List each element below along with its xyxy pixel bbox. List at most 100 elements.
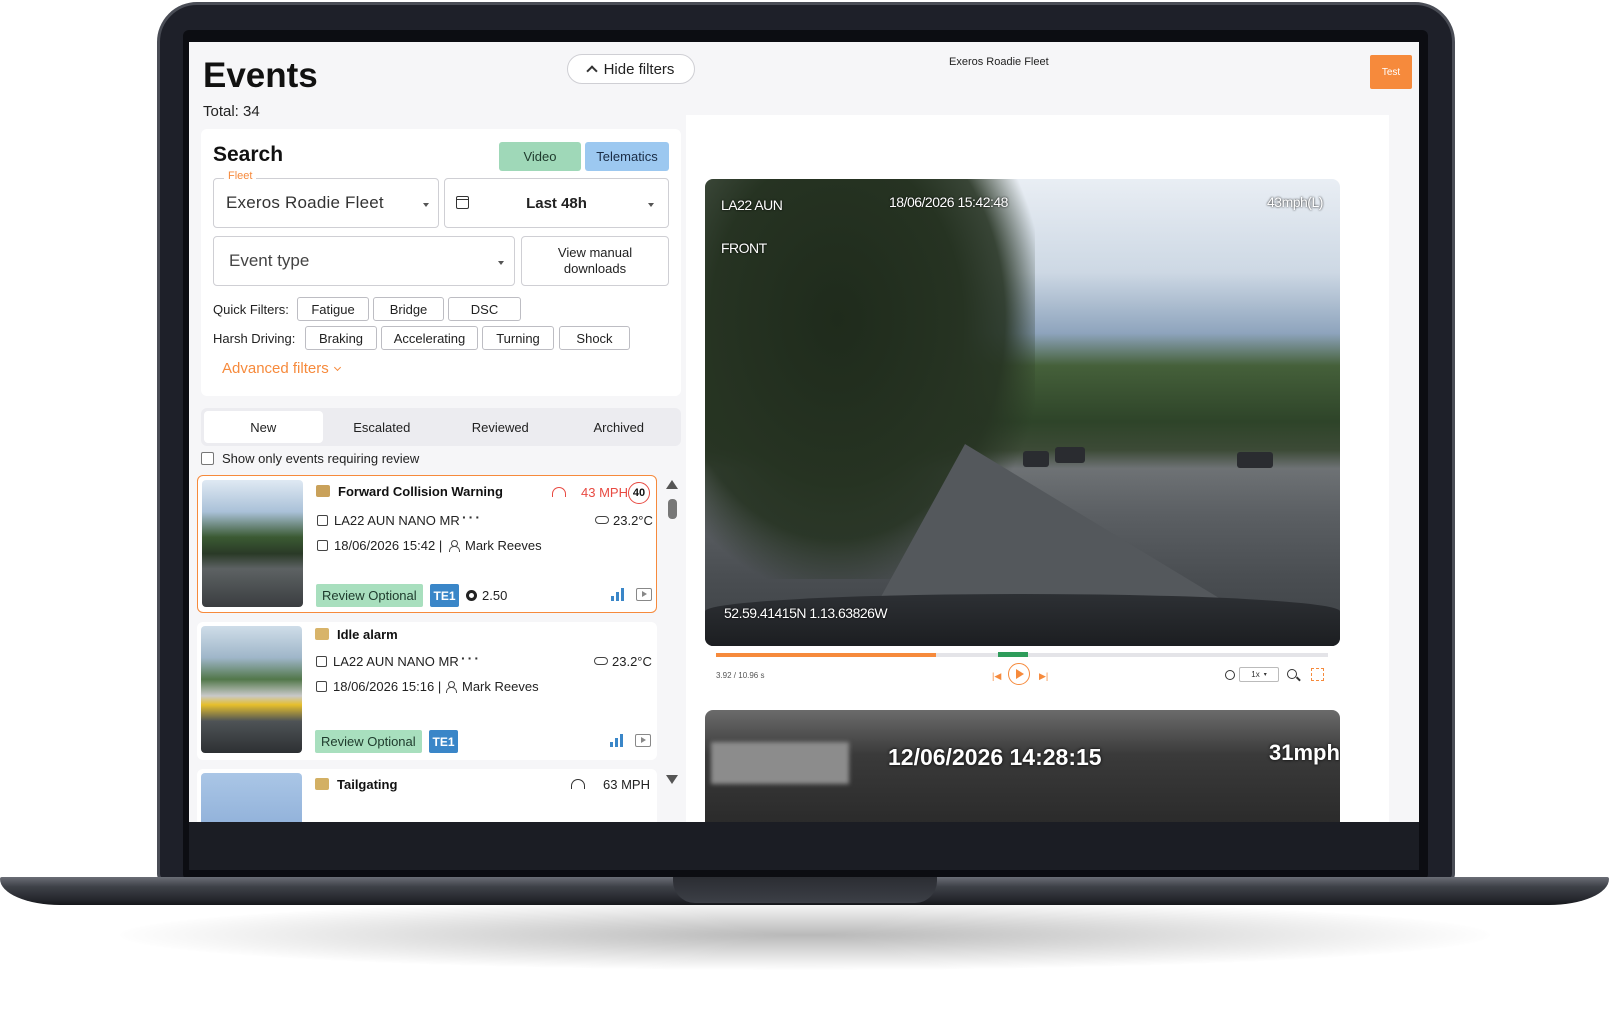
driver-name: Mark Reeves: [465, 538, 542, 553]
play-video-icon[interactable]: [635, 734, 651, 747]
blurred-region: [711, 742, 849, 784]
app-screen: Events Total: 34 Hide filters Exeros Roa…: [189, 42, 1419, 822]
review-only-checkbox[interactable]: [201, 452, 214, 465]
scroll-down-arrow[interactable]: [666, 775, 678, 784]
driver-name: Mark Reeves: [462, 679, 539, 694]
event-speed: 63 MPH: [603, 777, 650, 792]
caret-down-icon: [648, 203, 654, 207]
signal-icon: [610, 734, 624, 747]
driver-icon: [449, 540, 460, 552]
history-icon[interactable]: [1225, 670, 1235, 680]
skip-back-icon[interactable]: |◀: [992, 671, 1001, 682]
date-range-value: Last 48h: [526, 194, 587, 212]
temperature: 23.2°C: [612, 654, 652, 669]
review-only-filter[interactable]: Show only events requiring review: [201, 451, 419, 466]
video-car: [1023, 451, 1049, 467]
video-gps: 52.59.41415N 1.13.63826W: [724, 605, 888, 621]
weather-icon: [594, 657, 608, 665]
playback-rate-value: 1x: [1251, 670, 1260, 679]
te-badge: TE1: [429, 730, 458, 753]
event-thumbnail[interactable]: [201, 626, 302, 753]
interior-camera-video[interactable]: 12/06/2026 14:28:15 31mph: [705, 710, 1340, 822]
page-title: Events: [203, 56, 318, 95]
driver-icon: [446, 681, 457, 693]
segment-telematics[interactable]: Telematics: [585, 142, 669, 171]
scroll-up-arrow[interactable]: [666, 480, 678, 489]
tab-new[interactable]: New: [204, 411, 323, 443]
idle-icon: [315, 628, 329, 640]
harsh-filter-shock[interactable]: Shock: [559, 326, 630, 350]
chevron-down-icon: [333, 363, 341, 371]
front-camera-video[interactable]: LA22 AUN 18/06/2026 15:42:48 43mph(L) FR…: [705, 179, 1340, 646]
fullscreen-icon[interactable]: [1311, 668, 1324, 681]
vehicle-reg: LA22 AUN NANO MR: [334, 513, 460, 528]
video-car: [1055, 447, 1085, 463]
view-manual-downloads-button[interactable]: View manual downloads: [521, 236, 669, 286]
playback-rate-select[interactable]: 1x ▾: [1239, 667, 1279, 682]
event-datetime: 18/06/2026 15:16 |: [333, 679, 442, 694]
quick-filter-bridge[interactable]: Bridge: [373, 297, 444, 321]
event-type-placeholder: Event type: [229, 251, 310, 270]
tab-archived[interactable]: Archived: [560, 411, 679, 443]
video-car: [1237, 452, 1273, 468]
collision-icon: [316, 485, 330, 497]
signal-icon: [611, 588, 625, 601]
events-total: Total: 34: [203, 103, 260, 120]
temperature: 23.2°C: [613, 513, 653, 528]
video-time-readout: 3.92 / 10.96 s: [716, 671, 765, 680]
quick-filter-dsc[interactable]: DSC: [448, 297, 521, 321]
more-options-icon[interactable]: ···: [461, 650, 481, 666]
advanced-filters-label: Advanced filters: [222, 360, 329, 377]
scrollbar-thumb[interactable]: [668, 499, 677, 519]
harsh-filter-accelerating[interactable]: Accelerating: [381, 326, 478, 350]
segment-video[interactable]: Video: [499, 142, 581, 171]
fleet-legend: Fleet: [224, 170, 257, 182]
speed-limit-badge: 40: [628, 482, 650, 504]
vehicle-reg: LA22 AUN NANO MR: [333, 654, 459, 669]
harsh-filter-braking[interactable]: Braking: [305, 326, 377, 350]
event-thumbnail[interactable]: [201, 773, 302, 822]
speedometer-icon: [571, 779, 585, 789]
event-card-tailgating[interactable]: Tailgating 63 MPH: [197, 769, 657, 822]
test-button[interactable]: Test: [1370, 55, 1412, 89]
video2-speed: 31mph: [1269, 740, 1340, 765]
vehicle-icon: [316, 656, 327, 667]
tab-reviewed[interactable]: Reviewed: [441, 411, 560, 443]
laptop-shadow: [120, 900, 1490, 970]
fleet-header: Exeros Roadie Fleet: [949, 56, 1049, 68]
tab-escalated[interactable]: Escalated: [323, 411, 442, 443]
tailgating-icon: [315, 778, 329, 790]
hide-filters-button[interactable]: Hide filters: [567, 54, 695, 84]
fleet-select[interactable]: Fleet Exeros Roadie Fleet: [213, 170, 439, 228]
date-range-select[interactable]: Last 48h: [444, 178, 669, 228]
calendar-icon: [456, 196, 469, 209]
review-only-label: Show only events requiring review: [222, 451, 420, 466]
event-thumbnail[interactable]: [202, 480, 303, 607]
screen-bezel-bottom: [189, 820, 1419, 870]
more-options-icon[interactable]: ···: [462, 509, 482, 525]
zoom-icon[interactable]: [1287, 669, 1297, 679]
event-card-idle-alarm[interactable]: Idle alarm LA22 AUN NANO MR ··· 23.2°C 1…: [197, 622, 657, 760]
weather-icon: [595, 516, 609, 524]
laptop-frame: Events Total: 34 Hide filters Exeros Roa…: [0, 0, 1609, 1014]
event-speed: 43 MPH: [581, 485, 628, 500]
quick-filter-fatigue[interactable]: Fatigue: [297, 297, 369, 321]
event-card-forward-collision[interactable]: Forward Collision Warning 43 MPH 40 LA22…: [197, 475, 657, 613]
search-panel: Search Video Telematics Fleet Exeros Roa…: [201, 129, 681, 396]
calendar-icon: [317, 540, 328, 551]
play-button[interactable]: [1008, 663, 1030, 685]
play-video-icon[interactable]: [636, 588, 652, 601]
calendar-icon: [316, 681, 327, 692]
score-gear-icon: [466, 590, 477, 601]
video-plate: LA22 AUN: [721, 197, 783, 213]
status-tabs: New Escalated Reviewed Archived: [201, 408, 681, 446]
event-type-select[interactable]: Event type: [213, 236, 515, 286]
video-timestamp: 18/06/2026 15:42:48: [889, 194, 1008, 210]
video-progress-bar[interactable]: [716, 652, 1328, 657]
harsh-filter-turning[interactable]: Turning: [482, 326, 554, 350]
skip-forward-icon[interactable]: ▶|: [1039, 671, 1048, 682]
harsh-driving-label: Harsh Driving:: [213, 331, 296, 346]
event-marker: [998, 652, 1029, 657]
speedometer-icon: [552, 487, 566, 497]
advanced-filters-toggle[interactable]: Advanced filters: [222, 360, 341, 377]
